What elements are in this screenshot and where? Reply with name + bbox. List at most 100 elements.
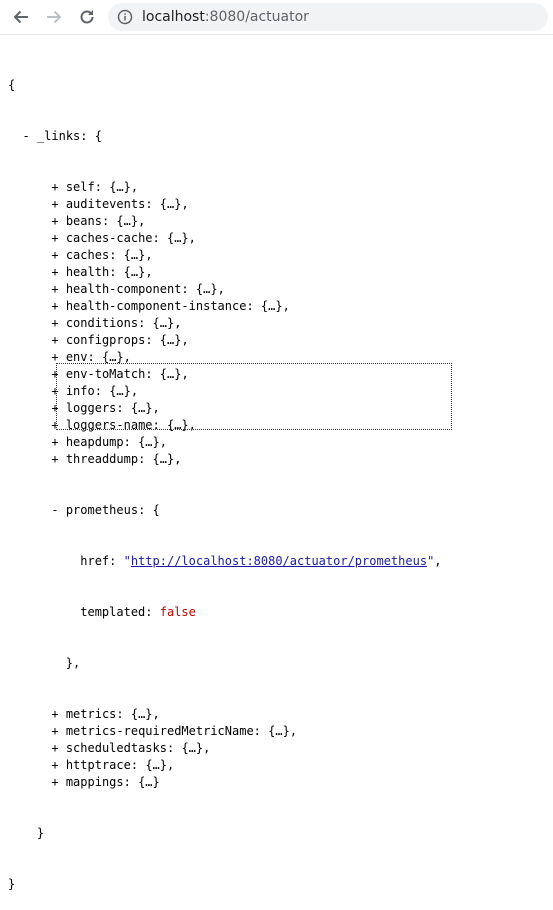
json-entry: + env-toMatch: {…}, <box>51 367 189 381</box>
json-entry: + health-component-instance: {…}, <box>51 299 290 313</box>
entry-key[interactable]: env-toMatch <box>66 367 145 381</box>
collapsed-value[interactable]: {…} <box>116 214 138 228</box>
expand-toggle[interactable]: + <box>51 367 58 381</box>
expand-toggle[interactable]: + <box>51 707 58 721</box>
entry-key[interactable]: conditions <box>66 316 138 330</box>
expand-toggle[interactable]: + <box>51 384 58 398</box>
url-text[interactable]: localhost:8080/actuator <box>142 9 309 25</box>
entry-key[interactable]: metrics-requiredMetricName <box>66 724 254 738</box>
json-entry: + scheduledtasks: {…}, <box>51 741 211 755</box>
collapsed-value[interactable]: {…} <box>160 197 182 211</box>
json-entry: + loggers-name: {…}, <box>51 418 196 432</box>
entry-key[interactable]: health-component-instance <box>66 299 247 313</box>
expand-toggle[interactable]: + <box>51 758 58 772</box>
expand-toggle[interactable]: + <box>51 316 58 330</box>
json-entry: + self: {…}, <box>51 180 139 194</box>
collapsed-value[interactable]: {…} <box>196 282 218 296</box>
collapsed-value[interactable]: {…} <box>102 350 124 364</box>
collapsed-value[interactable]: {…} <box>153 452 175 466</box>
expand-toggle[interactable]: + <box>51 775 58 789</box>
templated-key: templated <box>80 605 146 619</box>
collapsed-value[interactable]: {…} <box>268 724 290 738</box>
expand-toggle[interactable]: + <box>51 265 58 279</box>
expand-toggle[interactable]: + <box>51 724 58 738</box>
entry-key[interactable]: auditevents <box>66 197 145 211</box>
json-entry: + heapdump: {…}, <box>51 435 167 449</box>
collapsed-value[interactable]: {…} <box>160 367 182 381</box>
collapse-toggle[interactable]: - <box>22 129 29 143</box>
collapsed-value[interactable]: {…} <box>167 231 189 245</box>
collapsed-value[interactable]: {…} <box>131 401 153 415</box>
json-entry: + auditevents: {…}, <box>51 197 189 211</box>
collapsed-value[interactable]: {…} <box>153 316 175 330</box>
expand-toggle[interactable]: + <box>51 350 58 364</box>
entry-key[interactable]: threaddump <box>66 452 138 466</box>
expand-toggle[interactable]: + <box>51 401 58 415</box>
expand-toggle[interactable]: + <box>51 333 58 347</box>
expand-toggle[interactable]: + <box>51 231 58 245</box>
collapse-toggle[interactable]: - <box>51 503 58 517</box>
expand-toggle[interactable]: + <box>51 214 58 228</box>
entry-key[interactable]: self <box>66 180 95 194</box>
expand-toggle[interactable]: + <box>51 435 58 449</box>
collapsed-value[interactable]: {…} <box>261 299 283 313</box>
entry-key[interactable]: httptrace <box>66 758 131 772</box>
forward-button[interactable] <box>42 5 66 29</box>
expand-toggle[interactable]: + <box>51 197 58 211</box>
info-icon[interactable] <box>117 9 133 25</box>
collapsed-value[interactable]: {…} <box>138 775 160 789</box>
entry-key[interactable]: beans <box>66 214 102 228</box>
entry-key[interactable]: health <box>66 265 109 279</box>
collapsed-value[interactable]: {…} <box>167 418 189 432</box>
links-key: _links <box>36 129 81 143</box>
address-bar[interactable]: localhost:8080/actuator <box>108 3 548 31</box>
entry-key[interactable]: caches-cache <box>66 231 153 245</box>
browser-toolbar: localhost:8080/actuator <box>0 0 553 35</box>
json-root-close: } <box>8 877 16 891</box>
collapsed-value[interactable]: {…} <box>109 180 131 194</box>
collapsed-value[interactable]: {…} <box>109 384 131 398</box>
collapsed-value[interactable]: {…} <box>124 265 146 279</box>
entry-key[interactable]: prometheus <box>66 503 138 517</box>
entry-key[interactable]: mappings <box>66 775 124 789</box>
collapsed-value[interactable]: {…} <box>138 435 160 449</box>
entry-key[interactable]: heapdump <box>66 435 124 449</box>
json-links-header: - _links: { <box>22 129 102 143</box>
json-entry: + caches-cache: {…}, <box>51 231 196 245</box>
expand-toggle[interactable]: + <box>51 452 58 466</box>
templated-value: false <box>159 605 196 619</box>
expand-toggle[interactable]: + <box>51 741 58 755</box>
json-viewer: { - _links: { + self: {…}, + auditevents… <box>8 43 442 910</box>
entry-key[interactable]: info <box>66 384 95 398</box>
json-entry: + httptrace: {…}, <box>51 758 175 772</box>
entry-key[interactable]: loggers-name <box>66 418 153 432</box>
collapsed-value[interactable]: {…} <box>160 333 182 347</box>
reload-icon <box>80 10 94 24</box>
expand-toggle[interactable]: + <box>51 299 58 313</box>
collapsed-value[interactable]: {…} <box>181 741 203 755</box>
prometheus-close: }, <box>65 656 81 670</box>
collapsed-value[interactable]: {…} <box>145 758 167 772</box>
entry-key[interactable]: health-component <box>66 282 182 296</box>
back-button[interactable] <box>9 5 33 29</box>
json-entry: + beans: {…}, <box>51 214 146 228</box>
entry-key[interactable]: metrics <box>66 707 117 721</box>
expand-toggle[interactable]: + <box>51 180 58 194</box>
collapsed-value[interactable]: {…} <box>124 248 146 262</box>
collapsed-value[interactable]: {…} <box>131 707 153 721</box>
expand-toggle[interactable]: + <box>51 282 58 296</box>
entry-key[interactable]: env <box>66 350 88 364</box>
json-entry: + conditions: {…}, <box>51 316 182 330</box>
reload-button[interactable] <box>75 5 99 29</box>
expand-toggle[interactable]: + <box>51 418 58 432</box>
entry-key[interactable]: loggers <box>66 401 117 415</box>
entry-key[interactable]: scheduledtasks <box>66 741 167 755</box>
json-entry: + info: {…}, <box>51 384 139 398</box>
arrow-right-icon <box>47 10 62 24</box>
entry-key[interactable]: caches <box>66 248 109 262</box>
json-entry: + configprops: {…}, <box>51 333 189 347</box>
links-open: { <box>94 129 102 143</box>
expand-toggle[interactable]: + <box>51 248 58 262</box>
prometheus-link[interactable]: http://localhost:8080/actuator/prometheu… <box>131 554 427 568</box>
entry-key[interactable]: configprops <box>66 333 145 347</box>
